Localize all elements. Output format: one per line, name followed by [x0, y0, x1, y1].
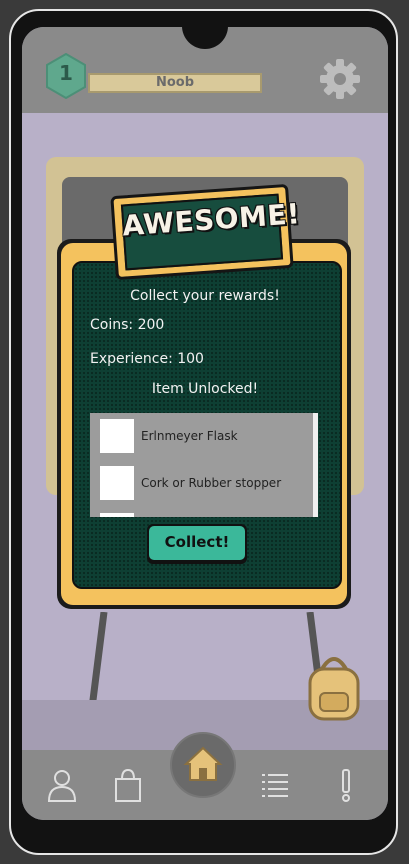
- collect-button-label: Collect!: [164, 533, 230, 551]
- exclamation-icon[interactable]: [328, 767, 364, 803]
- list-scrollbar[interactable]: [313, 413, 318, 517]
- rank-label: Noob: [155, 75, 195, 90]
- rewards-subtitle: Collect your rewards!: [130, 288, 280, 304]
- title-plate: AWESOME!: [110, 183, 301, 281]
- shopping-bag-icon[interactable]: [110, 767, 146, 803]
- item-thumbnail: [100, 513, 134, 517]
- gear-icon[interactable]: [318, 57, 362, 101]
- experience-reward: Experience: 100: [90, 351, 204, 367]
- list-item[interactable]: Erlnmeyer Flask: [100, 419, 310, 455]
- rank-bar: Noob: [88, 73, 262, 93]
- list-item[interactable]: Cork or Rubber stopper: [100, 466, 310, 502]
- home-icon: [183, 746, 223, 781]
- item-unlocked-heading: Item Unlocked!: [151, 381, 259, 397]
- list-icon[interactable]: [258, 767, 294, 803]
- list-item[interactable]: [100, 513, 310, 517]
- level-number: 1: [59, 61, 73, 85]
- collect-button[interactable]: Collect!: [147, 524, 247, 564]
- user-icon[interactable]: [44, 767, 80, 803]
- home-button[interactable]: [170, 732, 236, 798]
- item-thumbnail: [100, 466, 134, 500]
- coins-reward: Coins: 200: [90, 317, 165, 333]
- item-thumbnail: [100, 419, 134, 453]
- item-label: Erlnmeyer Flask: [141, 429, 238, 443]
- item-label: Cork or Rubber stopper: [141, 476, 282, 490]
- backpack-icon[interactable]: [302, 649, 366, 723]
- unlocked-items-list[interactable]: Erlnmeyer Flask Cork or Rubber stopper: [90, 413, 318, 517]
